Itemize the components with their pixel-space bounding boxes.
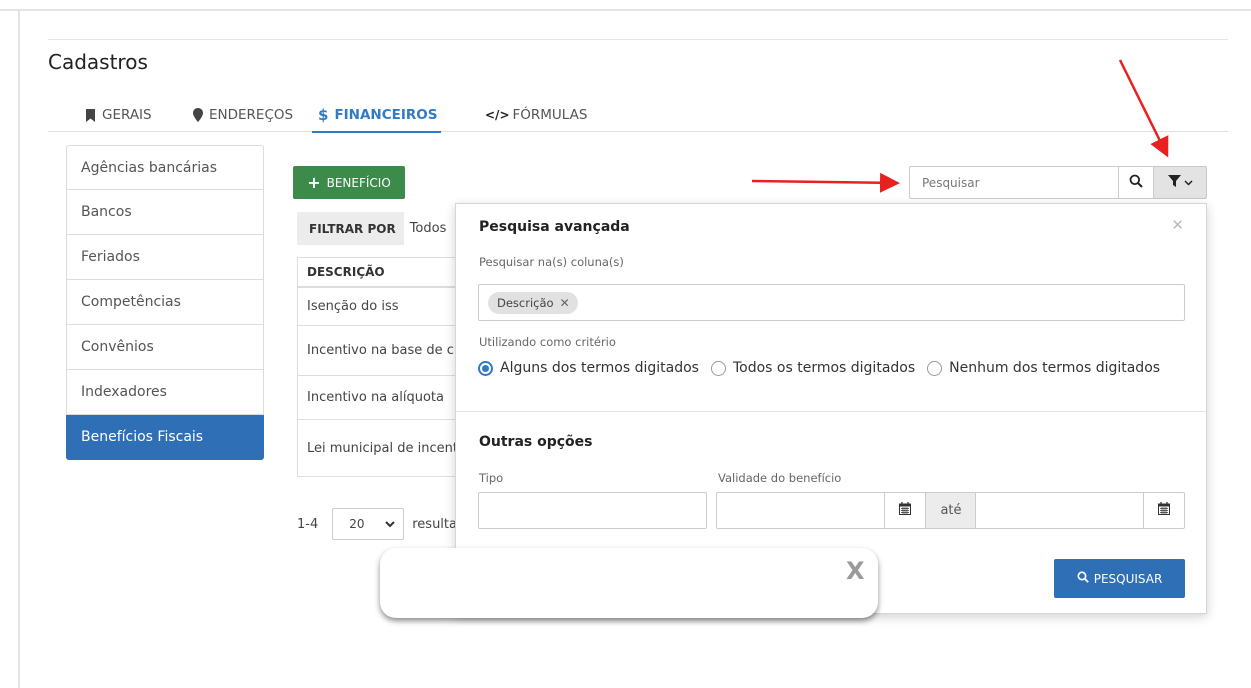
date-from-input[interactable] (716, 492, 886, 529)
radio-label: Todos os termos digitados (732, 360, 916, 376)
add-beneficio-label: BENEFÍCIO (326, 175, 391, 190)
search-icon (1077, 571, 1089, 586)
column-chip: Descrição ✕ (488, 292, 578, 314)
sidebar-item-feriados[interactable]: Feriados (66, 235, 264, 280)
validity-label: Validade do benefício (718, 471, 842, 485)
plus-icon: + (307, 173, 321, 192)
sidebar-item-indexadores[interactable]: Indexadores (66, 370, 264, 415)
radio-todos[interactable]: Todos os termos digitados (710, 360, 916, 376)
add-beneficio-button[interactable]: + BENEFÍCIO (293, 166, 405, 199)
page-title: Cadastros (48, 50, 148, 74)
sidebar-item-agencias[interactable]: Agências bancárias (66, 145, 264, 190)
until-label: até (926, 492, 976, 529)
radio-label: Alguns dos termos digitados (500, 360, 699, 376)
sidebar-item-competencias[interactable]: Competências (66, 280, 264, 325)
beneficios-table: DESCRIÇÃO Isenção do iss Incentivo na ba… (297, 257, 457, 477)
overlay-popup: X (380, 548, 878, 618)
code-icon: </> (485, 108, 510, 122)
advanced-filter-button[interactable] (1154, 166, 1207, 199)
close-icon[interactable]: ✕ (1171, 216, 1184, 234)
calendar-from-button[interactable] (884, 492, 926, 529)
bookmark-icon (85, 108, 96, 122)
sidebar-item-convenios[interactable]: Convênios (66, 325, 264, 370)
criteria-radio-group: Alguns dos termos digitados Todos os ter… (478, 360, 1172, 376)
remove-chip-icon[interactable]: ✕ (560, 296, 570, 310)
pagination-range: 1-4 (297, 516, 319, 532)
page-size-select[interactable]: 20 (332, 508, 405, 540)
advanced-search-title: Pesquisa avançada (479, 219, 630, 235)
table-cell: Incentivo na alíquota (307, 390, 444, 405)
radio-button[interactable] (478, 360, 493, 376)
filter-icon (1167, 174, 1181, 191)
calendar-to-button[interactable] (1143, 492, 1185, 529)
table-cell: Lei municipal de incent (307, 440, 457, 456)
overlay-close-button[interactable]: X (846, 557, 865, 585)
annotation-arrow-search (751, 172, 900, 193)
sidebar: Agências bancárias Bancos Feriados Compe… (66, 145, 264, 460)
calendar-icon (899, 502, 911, 519)
tab-gerais[interactable]: GERAIS (85, 98, 152, 132)
table-cell: Incentivo na base de c (307, 343, 454, 358)
dollar-icon: $ (318, 106, 329, 124)
table-row[interactable]: Lei municipal de incent (297, 420, 457, 477)
tab-financeiros[interactable]: $ FINANCEIROS (311, 98, 442, 133)
tab-label: GERAIS (102, 107, 152, 123)
radio-alguns[interactable]: Alguns dos termos digitados (478, 360, 699, 376)
search-input[interactable] (909, 166, 1118, 199)
sidebar-item-beneficios-fiscais[interactable]: Benefícios Fiscais (66, 415, 264, 460)
type-input[interactable] (478, 492, 707, 529)
other-options-title: Outras opções (479, 434, 593, 450)
page-size-value: 20 (349, 517, 365, 531)
frame-top-border (0, 9, 1251, 11)
pagination: 1-4 20 resulta (297, 508, 457, 540)
criteria-label: Utilizando como critério (479, 335, 616, 349)
radio-label: Nenhum dos termos digitados (949, 360, 1161, 376)
tab-formulas[interactable]: </> FÓRMULAS (485, 98, 587, 132)
table-row[interactable]: Isenção do iss (297, 288, 457, 326)
table-row[interactable]: Incentivo na alíquota (297, 376, 457, 420)
main-tabs: GERAIS ENDEREÇOS $ FINANCEIROS </> FÓRMU… (48, 98, 1228, 133)
table-cell: Isenção do iss (307, 299, 399, 314)
radio-button[interactable] (927, 360, 943, 376)
top-divider (48, 39, 1228, 40)
filter-bar: FILTRAR POR Todos (297, 212, 457, 245)
filter-label: FILTRAR POR (309, 221, 396, 236)
columns-label: Pesquisar na(s) coluna(s) (479, 255, 624, 269)
tab-enderecos[interactable]: ENDEREÇOS (193, 98, 293, 132)
column-header-descricao[interactable]: DESCRIÇÃO (297, 257, 457, 288)
radio-button[interactable] (710, 360, 726, 376)
filter-select[interactable]: Todos (403, 212, 457, 245)
type-label: Tipo (479, 471, 504, 485)
search-group (909, 166, 1207, 199)
pesquisar-label: PESQUISAR (1093, 571, 1163, 586)
frame-left-border (18, 9, 20, 688)
pesquisar-button[interactable]: PESQUISAR (1054, 559, 1185, 598)
date-to-input[interactable] (975, 492, 1145, 529)
tab-label: FINANCEIROS (334, 107, 438, 123)
chevron-down-icon (385, 517, 395, 531)
calendar-icon (1158, 502, 1170, 519)
column-chip-label: Descrição (497, 296, 554, 310)
chevron-down-icon (1183, 175, 1193, 190)
tab-label: ENDEREÇOS (209, 107, 294, 123)
search-icon (1129, 174, 1143, 192)
tab-label: FÓRMULAS (512, 107, 588, 123)
pagination-results-label: resulta (412, 516, 457, 532)
columns-multiselect[interactable]: Descrição ✕ (478, 284, 1185, 321)
search-button[interactable] (1118, 166, 1154, 199)
panel-divider (456, 411, 1206, 412)
radio-nenhum[interactable]: Nenhum dos termos digitados (927, 360, 1160, 376)
sidebar-item-bancos[interactable]: Bancos (66, 190, 264, 235)
map-pin-icon (193, 108, 203, 122)
table-row[interactable]: Incentivo na base de c (297, 326, 457, 376)
